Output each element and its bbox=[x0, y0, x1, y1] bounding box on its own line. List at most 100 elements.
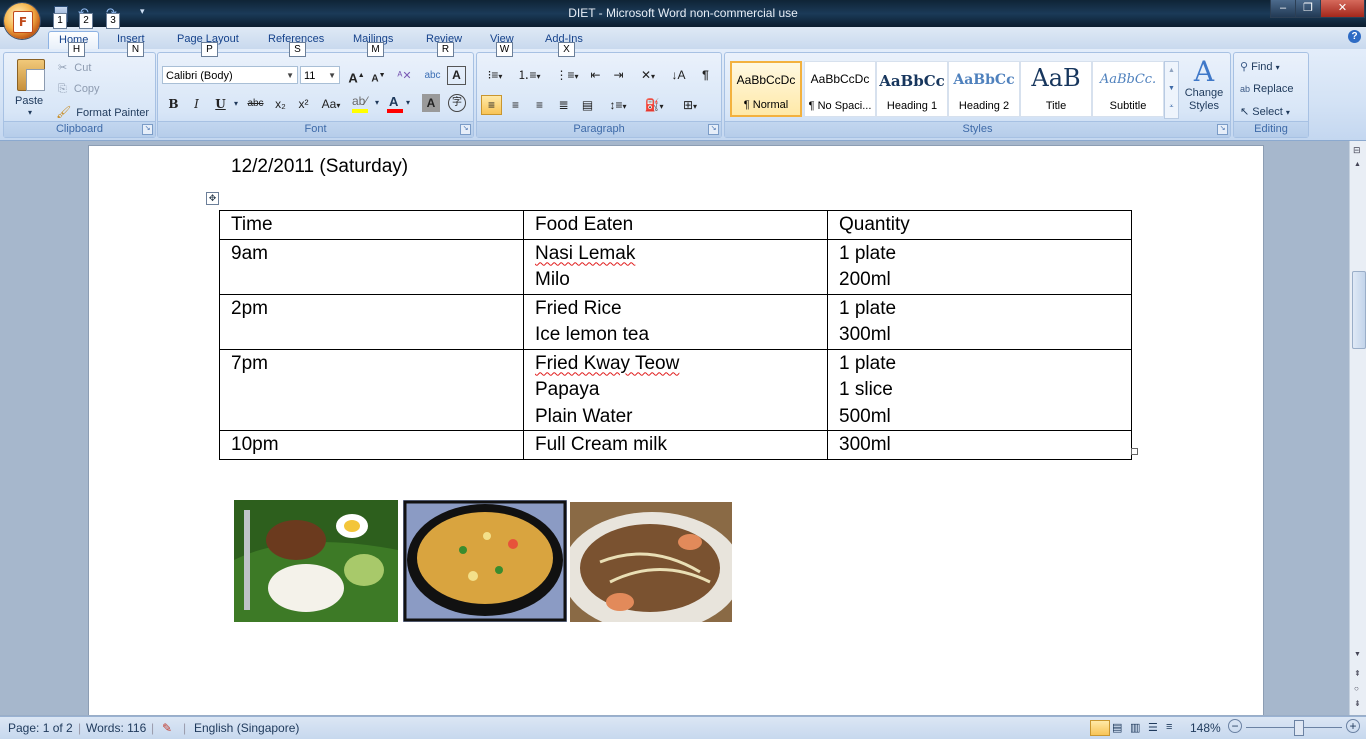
full-screen-reading-view-icon[interactable]: ▤ bbox=[1112, 721, 1122, 734]
previous-page-icon[interactable]: ⇞ bbox=[1354, 669, 1361, 678]
proofing-errors-icon[interactable]: ✎ bbox=[162, 721, 172, 735]
asian-layout-button[interactable]: ✕▾ bbox=[635, 65, 661, 85]
minimize-button[interactable]: – bbox=[1270, 0, 1296, 18]
paste-button[interactable]: Paste ▾ bbox=[10, 57, 52, 119]
subscript-button[interactable]: x₂ bbox=[270, 94, 291, 114]
font-dialog-launcher-icon[interactable]: ↘ bbox=[460, 124, 471, 135]
header-cell-food[interactable]: Food Eaten bbox=[523, 210, 828, 240]
change-case-button[interactable]: Aa▾ bbox=[318, 94, 344, 114]
fried-kway-teow-photo[interactable] bbox=[570, 502, 732, 622]
scroll-up-icon[interactable]: ▲ bbox=[1354, 161, 1361, 168]
word-count[interactable]: Words: 116 bbox=[86, 721, 146, 735]
borders-button[interactable]: ⊞▾ bbox=[675, 95, 705, 115]
shading-button[interactable]: ⛽▾ bbox=[639, 95, 669, 115]
scroll-thumb[interactable] bbox=[1352, 271, 1366, 349]
copy-button[interactable]: ⎘ Copy bbox=[58, 83, 100, 96]
table-resize-handle[interactable] bbox=[1131, 448, 1138, 455]
header-cell-quantity[interactable]: Quantity bbox=[827, 210, 1132, 240]
shrink-font-button[interactable]: A▼ bbox=[368, 66, 389, 86]
decrease-indent-icon[interactable]: ⇤ bbox=[585, 65, 606, 85]
paragraph-dialog-launcher-icon[interactable]: ↘ bbox=[708, 124, 719, 135]
character-shading-icon[interactable]: A bbox=[422, 94, 440, 112]
quantity-cell[interactable]: 1 plate 200ml bbox=[827, 238, 1132, 295]
styles-scroll-up-icon[interactable]: ▲ bbox=[1165, 62, 1178, 80]
style-heading-2[interactable]: AaBbCc Heading 2 bbox=[948, 61, 1020, 117]
font-name-combo[interactable]: Calibri (Body) ▼ bbox=[162, 66, 298, 84]
food-cell[interactable]: Fried Kway Teow Papaya Plain Water bbox=[523, 348, 828, 431]
change-styles-button[interactable]: A Change Styles bbox=[1181, 57, 1227, 119]
multilevel-list-button[interactable]: ⋮≡▾ bbox=[553, 65, 581, 85]
styles-gallery-scroll[interactable]: ▲ ▼ ⩡ bbox=[1164, 61, 1179, 119]
scroll-down-icon[interactable]: ▼ bbox=[1354, 651, 1361, 658]
help-icon[interactable]: ? bbox=[1348, 30, 1361, 43]
superscript-button[interactable]: x² bbox=[293, 94, 314, 114]
replace-button[interactable]: ab Replace bbox=[1240, 83, 1293, 95]
text-highlight-button[interactable]: ab⁄ ▾ bbox=[349, 94, 389, 114]
align-right-icon[interactable]: ≡ bbox=[529, 95, 550, 115]
style-no-spacing[interactable]: AaBbCcDc ¶ No Spaci... bbox=[804, 61, 876, 117]
food-cell[interactable]: Fried Rice Ice lemon tea bbox=[523, 293, 828, 350]
bullets-button[interactable]: ⁝≡▾ bbox=[481, 65, 509, 85]
underline-button[interactable]: U bbox=[210, 94, 231, 114]
close-button[interactable]: ✕ bbox=[1320, 0, 1365, 18]
quantity-cell[interactable]: 1 plate 1 slice 500ml bbox=[827, 348, 1132, 431]
styles-dialog-launcher-icon[interactable]: ↘ bbox=[1217, 124, 1228, 135]
quantity-cell[interactable]: 300ml bbox=[827, 430, 1132, 460]
nasi-lemak-photo[interactable] bbox=[234, 500, 398, 622]
bold-button[interactable]: B bbox=[163, 94, 184, 114]
time-cell[interactable]: 2pm bbox=[219, 293, 524, 350]
vertical-scrollbar[interactable]: ⊟ ▲ ▼ ⇞ ○ ⇟ bbox=[1349, 141, 1366, 715]
food-cell[interactable]: Full Cream milk bbox=[523, 430, 828, 460]
strikethrough-button[interactable]: abc bbox=[245, 94, 266, 114]
select-browse-object-icon[interactable]: ○ bbox=[1354, 684, 1359, 693]
underline-dropdown-icon[interactable]: ▾ bbox=[234, 99, 238, 108]
font-color-button[interactable]: A ▾ bbox=[385, 94, 415, 114]
show-hide-marks-icon[interactable]: ¶ bbox=[695, 65, 716, 85]
italic-button[interactable]: I bbox=[186, 94, 207, 114]
distributed-icon[interactable]: ▤ bbox=[577, 95, 598, 115]
align-center-icon[interactable]: ≡ bbox=[505, 95, 526, 115]
header-cell-time[interactable]: Time bbox=[219, 210, 524, 240]
character-border-icon[interactable]: A bbox=[447, 66, 466, 85]
font-size-combo[interactable]: 11 ▼ bbox=[300, 66, 340, 84]
numbering-button[interactable]: ⒈≡▾ bbox=[515, 65, 543, 85]
styles-more-icon[interactable]: ⩡ bbox=[1165, 98, 1178, 116]
food-cell[interactable]: Nasi Lemak Milo bbox=[523, 238, 828, 295]
view-ruler-icon[interactable]: ⊟ bbox=[1353, 145, 1361, 156]
fried-rice-photo[interactable] bbox=[403, 500, 567, 622]
quantity-cell[interactable]: 1 plate 300ml bbox=[827, 293, 1132, 350]
zoom-slider-thumb[interactable] bbox=[1294, 720, 1304, 736]
justify-icon[interactable]: ≣ bbox=[553, 95, 574, 115]
diet-table[interactable]: Time Food Eaten Quantity 9am Nasi Lemak … bbox=[219, 210, 1132, 460]
grow-font-button[interactable]: A▲ bbox=[346, 66, 367, 86]
zoom-level[interactable]: 148% bbox=[1190, 721, 1221, 735]
clipboard-dialog-launcher-icon[interactable]: ↘ bbox=[142, 124, 153, 135]
time-cell[interactable]: 10pm bbox=[219, 430, 524, 460]
zoom-out-icon[interactable]: − bbox=[1228, 719, 1242, 733]
zoom-in-icon[interactable]: + bbox=[1346, 719, 1360, 733]
time-cell[interactable]: 7pm bbox=[219, 348, 524, 431]
style-heading-1[interactable]: AaBbCc Heading 1 bbox=[876, 61, 948, 117]
styles-scroll-down-icon[interactable]: ▼ bbox=[1165, 80, 1178, 98]
cut-button[interactable]: ✂ Cut bbox=[58, 61, 91, 74]
print-layout-view-icon[interactable] bbox=[1090, 720, 1110, 736]
office-button[interactable]: F bbox=[4, 3, 40, 39]
draft-view-icon[interactable]: ≡ bbox=[1166, 721, 1172, 733]
style-normal[interactable]: AaBbCcDc ¶ Normal bbox=[730, 61, 802, 117]
qat-customize-icon[interactable]: ▾ bbox=[140, 6, 145, 17]
enclose-characters-icon[interactable]: 字 bbox=[448, 94, 466, 112]
style-subtitle[interactable]: AaBbCc. Subtitle bbox=[1092, 61, 1164, 117]
select-button[interactable]: ↖ Select ▾ bbox=[1240, 105, 1290, 118]
web-layout-view-icon[interactable]: ▥ bbox=[1130, 721, 1140, 734]
increase-indent-icon[interactable]: ⇥ bbox=[608, 65, 629, 85]
date-line[interactable]: 12/2/2011 (Saturday) bbox=[231, 156, 408, 178]
align-left-button[interactable]: ≡ bbox=[481, 95, 502, 115]
document-page[interactable]: 12/2/2011 (Saturday) ✥ Time Food Eaten Q… bbox=[89, 146, 1263, 715]
sort-icon[interactable]: ↓A bbox=[668, 65, 689, 85]
time-cell[interactable]: 9am bbox=[219, 238, 524, 295]
next-page-icon[interactable]: ⇟ bbox=[1354, 699, 1361, 708]
table-move-handle-icon[interactable]: ✥ bbox=[206, 192, 219, 205]
phonetic-guide-icon[interactable]: abc bbox=[422, 66, 443, 86]
page-count[interactable]: Page: 1 of 2 bbox=[8, 721, 73, 735]
format-painter-button[interactable]: 🖌 Format Painter bbox=[56, 105, 149, 119]
